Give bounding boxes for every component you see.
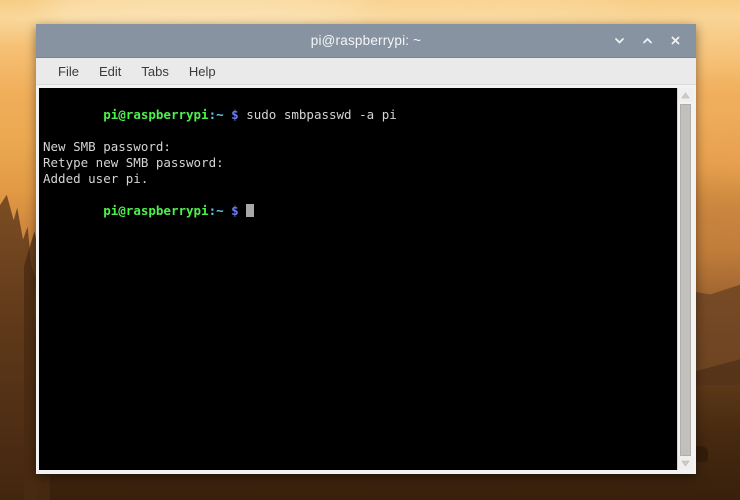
menubar: File Edit Tabs Help bbox=[36, 58, 696, 85]
terminal-command bbox=[239, 203, 247, 218]
terminal-body: pi@raspberrypi:~ $ sudo smbpasswd -a pi … bbox=[36, 85, 696, 474]
prompt-path: :~ bbox=[208, 203, 224, 218]
terminal-line: New SMB password: bbox=[43, 139, 171, 154]
prompt-dollar: $ bbox=[231, 107, 239, 122]
prompt-user: pi@raspberrypi bbox=[103, 107, 209, 122]
window-title: pi@raspberrypi: ~ bbox=[310, 33, 422, 48]
prompt-path: :~ bbox=[208, 107, 224, 122]
close-button[interactable] bbox=[662, 29, 688, 53]
window-titlebar[interactable]: pi@raspberrypi: ~ bbox=[36, 24, 696, 58]
scrollbar-thumb[interactable] bbox=[680, 104, 691, 456]
terminal-line: pi@raspberrypi:~ $ sudo smbpasswd -a pi bbox=[43, 91, 677, 139]
chevron-up-icon bbox=[642, 38, 652, 44]
terminal-line: Added user pi. bbox=[43, 171, 149, 186]
scrollbar-up-button[interactable] bbox=[678, 88, 693, 102]
terminal-line: pi@raspberrypi:~ $ bbox=[43, 187, 677, 235]
scrollbar-track[interactable] bbox=[678, 102, 693, 456]
terminal-window[interactable]: pi@raspberrypi: ~ File Edit Tabs Help pi… bbox=[36, 24, 696, 474]
terminal-scrollbar[interactable] bbox=[677, 88, 693, 470]
prompt-dollar: $ bbox=[231, 203, 239, 218]
terminal-cursor bbox=[246, 204, 255, 217]
terminal-line: Retype new SMB password: bbox=[43, 155, 224, 170]
menu-item-tabs[interactable]: Tabs bbox=[131, 61, 178, 82]
minimize-button[interactable] bbox=[606, 29, 632, 53]
prompt-user: pi@raspberrypi bbox=[103, 203, 209, 218]
menu-item-edit[interactable]: Edit bbox=[89, 61, 131, 82]
scrollbar-down-button[interactable] bbox=[678, 456, 693, 470]
menu-item-help[interactable]: Help bbox=[179, 61, 226, 82]
triangle-down-icon bbox=[681, 460, 690, 467]
window-controls bbox=[606, 29, 696, 53]
menu-item-file[interactable]: File bbox=[48, 61, 89, 82]
triangle-up-icon bbox=[681, 91, 690, 98]
terminal-command: sudo smbpasswd -a pi bbox=[238, 107, 397, 122]
chevron-down-icon bbox=[614, 38, 624, 44]
terminal-screen[interactable]: pi@raspberrypi:~ $ sudo smbpasswd -a pi … bbox=[39, 88, 677, 470]
maximize-button[interactable] bbox=[634, 29, 660, 53]
close-icon bbox=[671, 36, 679, 45]
